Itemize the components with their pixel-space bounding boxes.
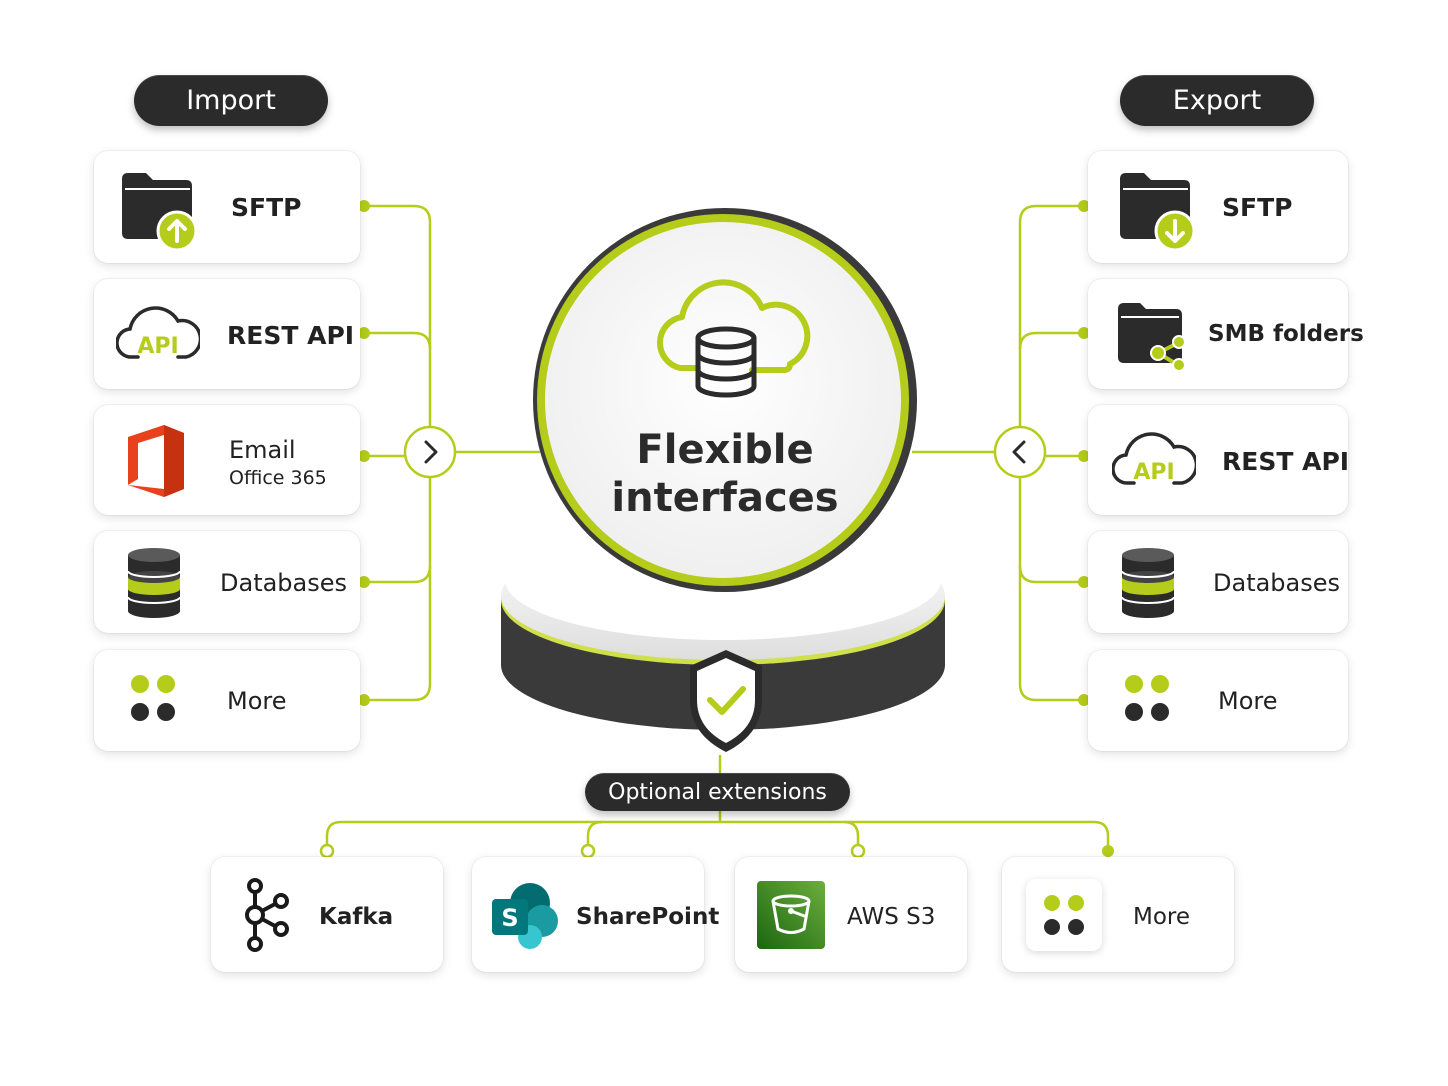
kafka-icon xyxy=(245,878,289,952)
api-cloud-icon: API xyxy=(116,306,200,359)
export-chevron-node xyxy=(993,425,1047,479)
more-dots-icon xyxy=(1044,895,1084,935)
export-item-rest-api[interactable]: API REST API xyxy=(1088,405,1350,515)
import-item-rest-api[interactable]: API REST API xyxy=(94,279,360,389)
extension-item-aws-s3[interactable]: AWS S3 xyxy=(735,857,967,972)
export-item-label: More xyxy=(1218,687,1278,715)
export-item-label: REST API xyxy=(1222,447,1350,476)
svg-text:API: API xyxy=(137,334,178,359)
extensions-title: Optional extensions xyxy=(585,773,850,811)
more-dots-icon xyxy=(1125,675,1169,721)
export-item-sftp[interactable]: SFTP xyxy=(1088,151,1348,263)
import-item-more[interactable]: More xyxy=(94,650,360,751)
database-icon xyxy=(127,548,181,618)
export-item-label: Databases xyxy=(1213,569,1341,597)
more-dots-icon xyxy=(131,675,175,721)
export-item-databases[interactable]: Databases xyxy=(1088,531,1348,633)
shield-check-icon xyxy=(690,650,762,752)
export-item-smb-folders[interactable]: SMB folders xyxy=(1088,279,1364,389)
export-item-label: SFTP xyxy=(1222,193,1293,222)
import-item-sublabel: Office 365 xyxy=(229,467,327,489)
export-title: Export xyxy=(1120,75,1314,126)
extension-item-label: Kafka xyxy=(319,904,394,930)
database-icon xyxy=(1121,548,1175,618)
extension-item-kafka[interactable]: Kafka xyxy=(211,857,443,972)
api-cloud-icon: API xyxy=(1112,432,1196,485)
export-item-label: SMB folders xyxy=(1208,321,1364,347)
import-chevron-node xyxy=(403,425,457,479)
office365-icon xyxy=(128,425,184,497)
import-item-label: REST API xyxy=(227,321,355,350)
svg-text:API: API xyxy=(1133,460,1174,485)
import-item-email[interactable]: Email Office 365 xyxy=(94,405,360,515)
import-item-label: Email xyxy=(229,436,296,464)
center-title-line1: Flexible xyxy=(636,427,814,473)
center-title-line2: interfaces xyxy=(611,475,839,521)
extension-item-more[interactable]: More xyxy=(1002,857,1234,972)
folder-upload-icon xyxy=(122,173,198,251)
import-item-sftp[interactable]: SFTP xyxy=(94,151,360,263)
extension-item-label: More xyxy=(1133,904,1191,930)
svg-text:S: S xyxy=(501,904,518,932)
extension-item-label: AWS S3 xyxy=(847,904,936,930)
folder-download-icon xyxy=(1120,173,1196,251)
sharepoint-icon: S xyxy=(492,883,558,949)
import-item-label: More xyxy=(227,687,287,715)
folder-share-icon xyxy=(1118,303,1186,372)
aws-s3-bucket-icon xyxy=(757,881,825,949)
export-item-more[interactable]: More xyxy=(1088,650,1348,751)
extension-item-sharepoint[interactable]: S SharePoint xyxy=(472,857,719,972)
extension-item-label: SharePoint xyxy=(576,904,720,930)
import-item-databases[interactable]: Databases xyxy=(94,531,360,633)
import-item-label: Databases xyxy=(220,569,348,597)
import-title: Import xyxy=(134,75,328,126)
import-item-label: SFTP xyxy=(231,193,302,222)
